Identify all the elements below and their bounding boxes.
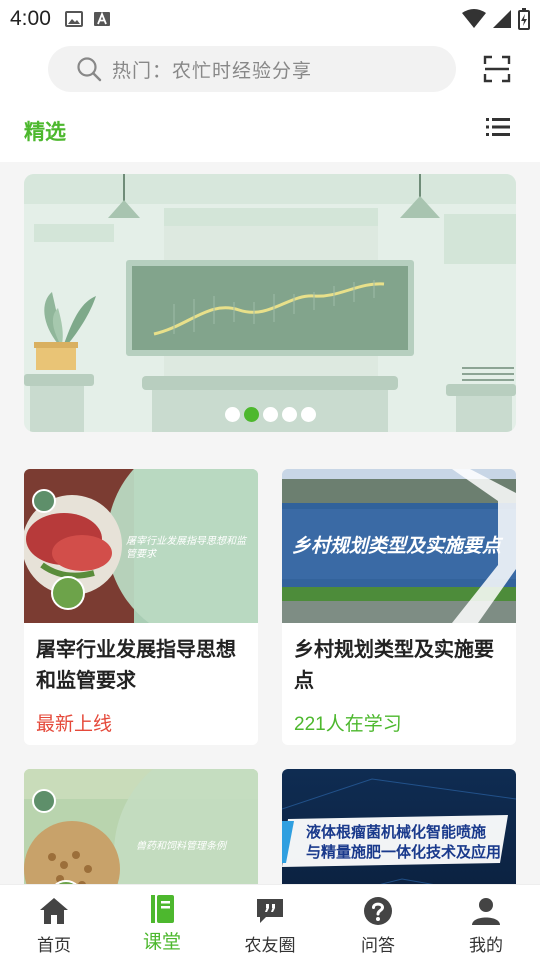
status-time: 4:00 [10,7,51,30]
nav-profile[interactable]: 我的 [432,885,540,960]
nav-label: 我的 [469,936,503,955]
nav-qa[interactable]: 问答 [324,885,432,960]
wifi-icon [462,9,486,28]
course-title: 乡村规划类型及实施要点 [294,639,494,692]
thumbnail-caption: 屠宰行业发展指导思想和监管要求 [126,536,246,560]
nav-label: 农友圈 [244,936,296,955]
nav-label: 首页 [37,936,71,955]
carousel-dot[interactable] [262,407,278,422]
header: 热门：农忙时经验分享 精选 [0,38,540,162]
carousel-indicator [24,407,516,422]
person-icon [472,898,500,925]
battery-icon [518,8,530,30]
carousel-dot[interactable] [300,407,316,422]
bottom-navigation: 首页 课堂 农友圈 问答 我的 [0,884,540,960]
question-icon [364,897,392,925]
search-placeholder: 热门：农忙时经验分享 [112,60,313,82]
nav-community[interactable]: 农友圈 [216,885,324,960]
thumbnail-caption: 乡村规划类型及实施要点 [292,535,502,557]
nav-home[interactable]: 首页 [0,885,108,960]
banner-classroom-illustration [24,174,516,432]
chat-quote-icon [257,899,283,923]
course-thumbnail: 屠宰行业发展指导思想和监管要求 [24,469,258,623]
thumbnail-caption: 兽药和饲料管理条例 [136,841,226,852]
signal-icon [493,10,511,28]
course-thumbnail: 乡村规划类型及实施要点 [282,469,516,623]
carousel-dot[interactable] [224,407,240,422]
gallery-icon [64,11,83,27]
carousel-dot[interactable] [281,407,297,422]
nav-label: 课堂 [142,932,181,953]
banner-carousel[interactable] [24,174,516,432]
course-card[interactable]: 乡村规划类型及实施要点 乡村规划类型及实施要点 221人在学习 [282,469,516,745]
search-input[interactable]: 热门：农忙时经验分享 [48,46,456,92]
course-learners: 221人在学习 [294,714,402,735]
scan-icon[interactable] [483,55,511,83]
font-icon [93,11,110,26]
list-menu-icon[interactable] [486,116,510,138]
course-title: 屠宰行业发展指导思想和监管要求 [36,639,236,692]
carousel-dot[interactable] [243,407,259,422]
thumbnail-caption-line-1: 液体根瘤菌机械化智能喷施 [306,824,487,841]
course-card[interactable]: 屠宰行业发展指导思想和监管要求 屠宰行业发展指导思想和监管要求 最新上线 [24,469,258,745]
nav-classroom[interactable]: 课堂 [108,885,216,960]
tab-bar: 精选 [0,112,540,152]
search-icon [77,57,102,82]
nav-label: 问答 [361,936,395,955]
status-bar: 4:00 [0,0,540,38]
course-status: 最新上线 [36,714,113,735]
home-icon [40,898,68,924]
tab-featured[interactable]: 精选 [24,116,66,146]
book-icon [151,895,174,923]
thumbnail-caption-line-2: 与精量施肥一体化技术及应用 [306,844,502,861]
